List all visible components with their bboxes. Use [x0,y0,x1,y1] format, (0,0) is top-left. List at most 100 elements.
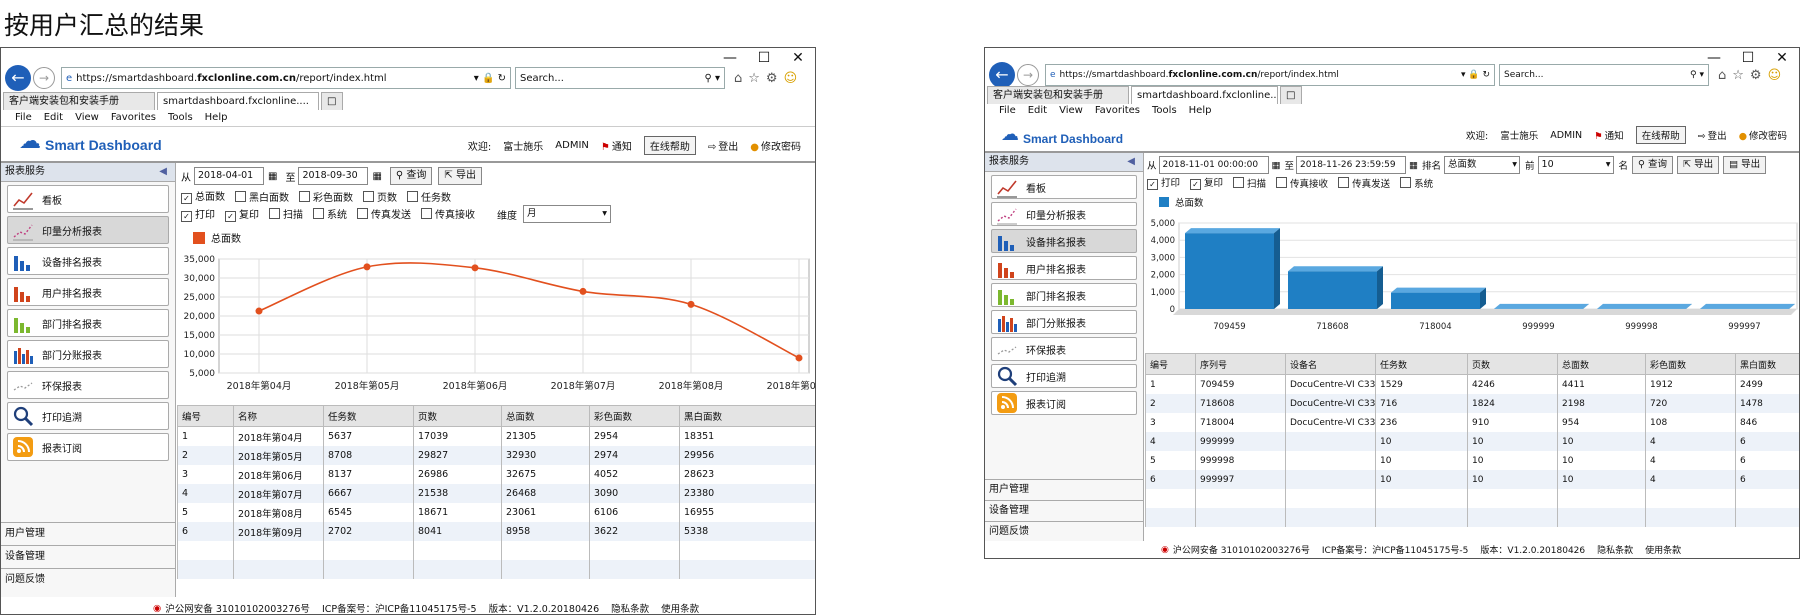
checkbox[interactable]: 页数 [363,189,397,204]
new-tab-button[interactable]: □ [1280,86,1302,104]
calendar-icon[interactable]: ▦ [268,171,277,182]
forward-arrow-icon[interactable]: → [1017,64,1039,86]
back-arrow-icon[interactable]: ← [989,62,1015,88]
menu-help[interactable]: Help [205,110,228,126]
table-row[interactable]: 4 999999 10 10 10 4 6 [1145,432,1799,451]
notify-link[interactable]: ⚑ 通知 [601,138,632,153]
column-header[interactable]: 总面数 [1557,353,1646,375]
settings-gear-icon[interactable]: ⚙ [1750,68,1762,83]
column-header[interactable]: 名称 [233,405,324,427]
terms-link[interactable]: 使用条款 [661,601,699,614]
sidebar-item[interactable]: 打印追溯 [7,402,169,430]
sidebar-item[interactable]: 用户排名报表 [991,256,1137,280]
rank-select[interactable]: 总面数 ▾ [1444,156,1521,174]
checkbox[interactable]: 任务数 [407,189,451,204]
logout-link[interactable]: ⇨ 登出 [708,138,738,153]
calendar-icon[interactable]: ▦ [372,171,381,182]
checkbox[interactable]: 传真发送 [357,208,411,221]
checkbox[interactable]: 扫描 [1233,176,1266,190]
menu-view[interactable]: View [75,110,99,126]
table-row[interactable]: 4 2018年第07月 6667 21538 26468 3090 23380 [177,484,815,503]
checkbox[interactable]: ✓ 总面数 [181,188,225,204]
menu-favorites[interactable]: Favorites [111,110,156,126]
sidebar-device-management[interactable]: 设备管理 [1,545,175,568]
table-row[interactable]: 5 2018年第08月 6545 18671 23061 6106 16955 [177,503,815,522]
checkbox[interactable]: 传真接收 [1276,176,1328,190]
notify-link[interactable]: ⚑ 通知 [1594,128,1624,142]
collapse-arrow-icon[interactable]: ◀ [159,163,167,181]
to-date-input[interactable]: 2018-09-30 [298,167,369,185]
checkbox[interactable]: ✓ 复印 [1190,175,1223,190]
menu-tools[interactable]: Tools [168,110,193,126]
sidebar-item[interactable]: 用户排名报表 [7,278,169,306]
column-header[interactable]: 黑白面数 [679,405,815,427]
checkbox[interactable]: ✓ 打印 [181,210,215,222]
sidebar-item[interactable]: 打印追溯 [991,364,1137,388]
menu-favorites[interactable]: Favorites [1095,103,1140,119]
home-icon[interactable]: ⌂ [734,71,742,86]
column-header[interactable]: 页数 [1467,353,1558,375]
collapse-arrow-icon[interactable]: ◀ [1127,153,1135,171]
bar[interactable] [1288,271,1377,309]
table-row[interactable]: 6 2018年第09月 2702 8041 8958 3622 5338 [177,522,815,541]
data-point[interactable] [687,300,695,308]
menu-edit[interactable]: Edit [44,110,63,126]
table-row[interactable]: 2 2018年第05月 8708 29827 32930 2974 29956 [177,446,815,465]
sidebar-item[interactable]: 印量分析报表 [991,202,1137,226]
home-icon[interactable]: ⌂ [1718,68,1726,83]
sidebar-item[interactable]: 看板 [7,185,169,213]
data-point[interactable] [471,264,479,272]
sidebar-item[interactable]: 报表订阅 [991,391,1137,415]
menu-edit[interactable]: Edit [1028,103,1047,119]
checkbox[interactable]: 扫描 [269,208,303,221]
table-row[interactable]: 2718608DocuCentre-VI C337171618242198720… [1145,394,1799,413]
export-button[interactable]: ⇱ 导出 [1677,156,1720,174]
menu-file[interactable]: File [15,110,32,126]
data-point[interactable] [363,263,371,271]
sidebar-item[interactable]: 环保报表 [7,371,169,399]
smiley-icon[interactable]: ☺ [1768,68,1782,83]
sidebar-device-management[interactable]: 设备管理 [985,500,1143,521]
favorites-star-icon[interactable]: ☆ [748,71,760,86]
search-icon[interactable]: ⚲ ▾ [704,73,720,84]
column-header[interactable]: 页数 [413,405,502,427]
change-password-link[interactable]: ● 修改密码 [1739,128,1787,142]
column-header[interactable]: 总面数 [501,405,590,427]
new-tab-button[interactable]: □ [321,92,343,110]
table-row[interactable]: 1709459DocuCentre-VI C337015294246441119… [1145,374,1799,394]
checkbox[interactable]: 传真接收 [421,208,475,221]
table-row[interactable]: 3 2018年第06月 8137 26986 32675 4052 28623 [177,465,815,484]
forward-arrow-icon[interactable]: → [33,67,55,89]
column-header[interactable]: 任务数 [1375,353,1468,375]
bar[interactable] [1391,292,1480,309]
table-row[interactable]: 5 999998 10 10 10 4 6 [1145,451,1799,470]
address-bar[interactable]: e https://smartdashboard. fxclonline.com.… [1045,64,1495,86]
column-header[interactable]: 设备名 [1285,353,1376,375]
help-button[interactable]: 在线帮助 [643,136,696,155]
column-header[interactable]: 任务数 [323,405,414,427]
column-header[interactable]: 编号 [1145,353,1196,375]
tab-smartdashboard[interactable]: smartdashboard.fxclonline.... [1131,86,1278,104]
calendar-icon[interactable]: ▦ [1272,160,1281,171]
tab-install[interactable]: 客户端安装包和安装手册 [987,86,1129,104]
sidebar-item[interactable]: 部门排名报表 [991,283,1137,307]
privacy-link[interactable]: 隐私条款 [1597,543,1633,556]
address-bar[interactable]: e https://smartdashboard. fxclonline.com.… [61,67,511,89]
from-date-input[interactable]: 2018-04-01 [194,167,264,185]
column-header[interactable]: 编号 [177,405,234,427]
sidebar-item[interactable]: 部门分账报表 [7,340,169,368]
sidebar-user-management[interactable]: 用户管理 [1,522,175,545]
checkbox[interactable]: 系统 [1400,176,1433,190]
table-row[interactable]: 3718004DocuCentre-VI C337123691095410884… [1145,413,1799,432]
terms-link[interactable]: 使用条款 [1645,543,1681,556]
sidebar-item[interactable]: 看板 [991,175,1137,199]
top-n-select[interactable]: 10 ▾ [1537,156,1614,174]
checkbox[interactable]: 彩色面数 [299,189,353,204]
table-row[interactable]: 6 999997 10 10 10 4 6 [1145,470,1799,489]
query-button[interactable]: ⚲ 查询 [1632,156,1674,174]
change-password-link[interactable]: ● 修改密码 [750,138,801,153]
search-icon[interactable]: ⚲ ▾ [1690,70,1704,80]
data-point[interactable] [255,307,263,315]
sidebar-item[interactable]: 报表订阅 [7,433,169,461]
settings-gear-icon[interactable]: ⚙ [766,71,778,86]
